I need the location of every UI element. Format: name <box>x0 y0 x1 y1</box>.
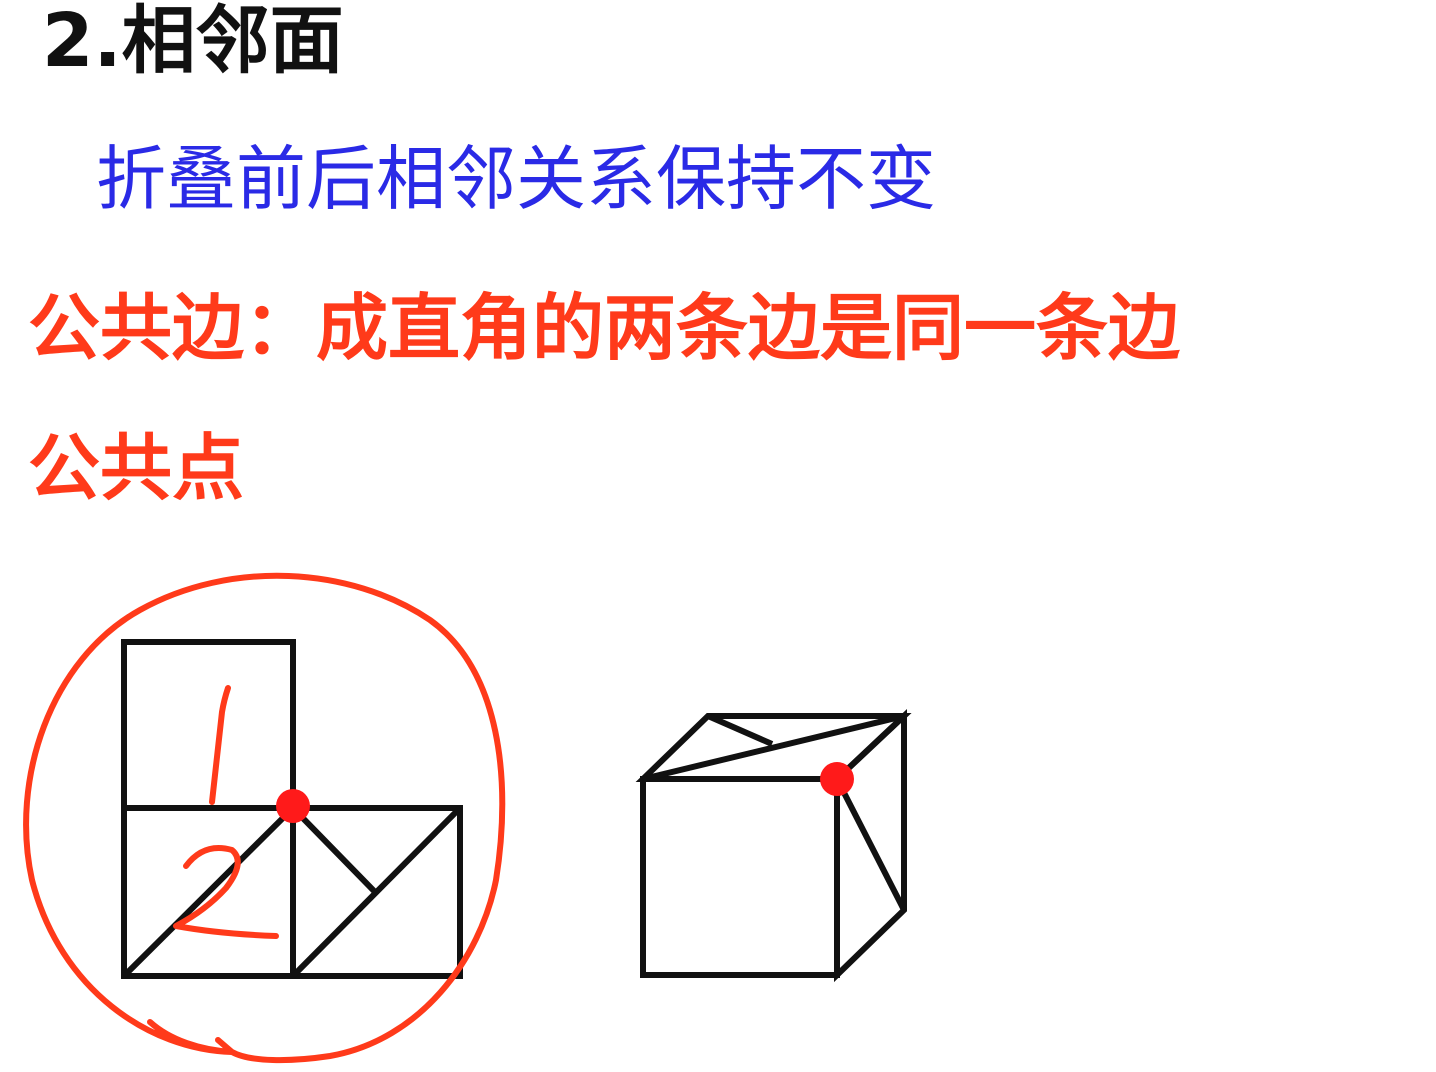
folded-cube <box>635 709 912 983</box>
cube-top-diagonal <box>642 713 905 782</box>
hand-labels <box>173 685 279 939</box>
cube-front-face <box>640 776 840 978</box>
hand-label-2 <box>173 845 279 939</box>
cube-common-point-dot <box>820 762 854 796</box>
cube-right-diagonal <box>834 777 907 912</box>
hand-label-1 <box>209 685 231 805</box>
figure-canvas <box>23 572 912 1064</box>
net-face-1 <box>121 639 296 811</box>
net-common-point-dot <box>276 789 310 823</box>
net-face-2-diagonal <box>121 805 296 979</box>
cube-top-inner-line <box>706 713 774 747</box>
hand-circle <box>23 572 506 1064</box>
net-face-3-inner-line <box>290 805 379 896</box>
